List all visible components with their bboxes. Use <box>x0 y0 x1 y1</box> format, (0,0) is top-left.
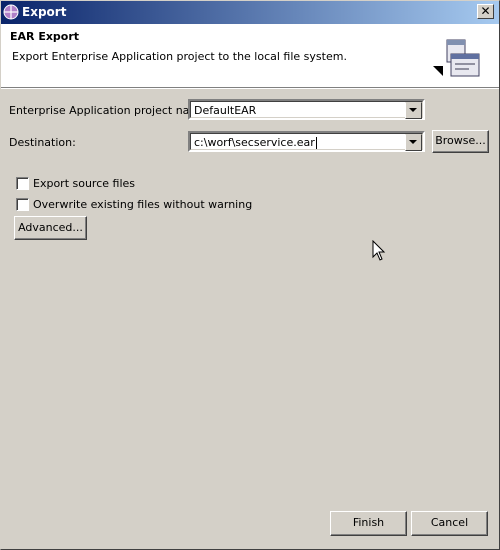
project-name-combo[interactable]: DefaultEAR <box>188 99 425 120</box>
finish-button[interactable]: Finish <box>330 511 407 536</box>
browse-button-label: Browse... <box>435 134 486 147</box>
cancel-button[interactable]: Cancel <box>411 511 488 536</box>
export-wizard-icon <box>433 39 480 77</box>
destination-input[interactable]: c:\worf\secservice.ear <box>194 137 317 149</box>
window-title: Export <box>22 5 67 19</box>
browse-button[interactable]: Browse... <box>432 130 489 153</box>
text-caret <box>315 137 317 149</box>
chevron-down-icon[interactable] <box>405 102 422 119</box>
banner-separator-highlight <box>1 88 499 89</box>
eclipse-icon <box>3 4 19 20</box>
destination-combo[interactable]: c:\worf\secservice.ear <box>188 131 425 152</box>
overwrite-checkbox[interactable] <box>16 198 29 211</box>
cancel-button-label: Cancel <box>430 516 469 529</box>
page-description: Export Enterprise Application project to… <box>12 50 347 63</box>
overwrite-label: Overwrite existing files without warning <box>33 198 253 211</box>
chevron-down-icon[interactable] <box>405 134 422 151</box>
advanced-button[interactable]: Advanced... <box>14 216 87 240</box>
export-source-checkbox[interactable] <box>16 177 29 190</box>
project-name-label: Enterprise Application project name: <box>9 104 211 117</box>
page-title: EAR Export <box>10 30 80 43</box>
finish-button-label: Finish <box>352 516 385 529</box>
close-icon: ✕ <box>480 4 491 18</box>
export-source-label: Export source files <box>33 177 136 190</box>
destination-value: c:\worf\secservice.ear <box>194 136 315 149</box>
destination-label: Destination: <box>9 136 76 149</box>
title-bar[interactable] <box>1 1 499 24</box>
mouse-pointer-icon <box>372 240 386 261</box>
project-name-value: DefaultEAR <box>194 104 257 117</box>
advanced-button-label: Advanced... <box>18 221 83 234</box>
close-button[interactable]: ✕ <box>477 4 494 19</box>
